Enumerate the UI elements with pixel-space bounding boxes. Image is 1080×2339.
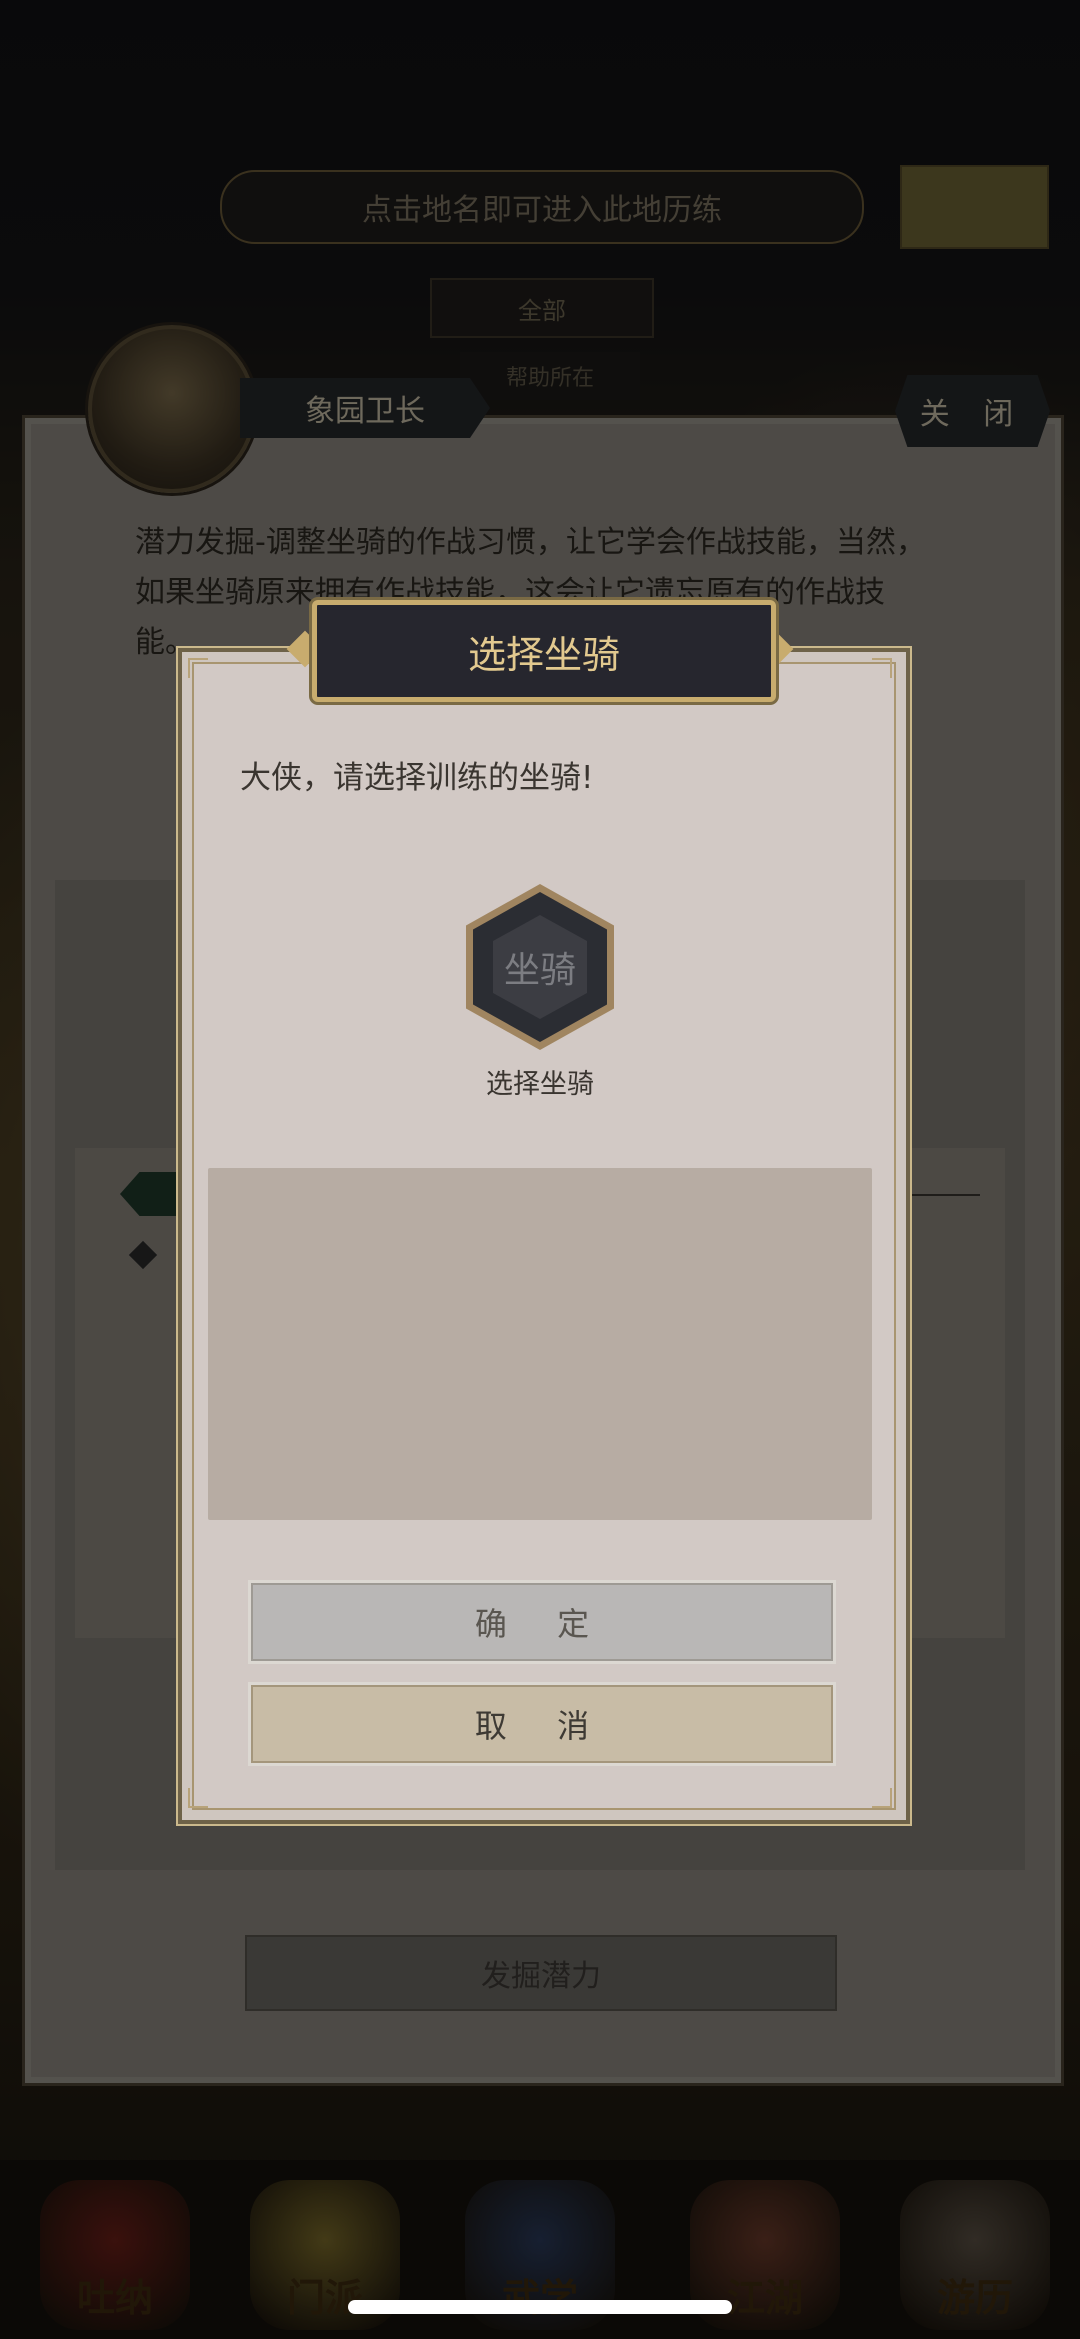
mount-slot-label: 选择坐骑 [486, 1069, 594, 1100]
corner-ornament [188, 658, 208, 678]
confirm-button[interactable]: 确 定 [248, 1580, 836, 1664]
home-indicator[interactable] [348, 2300, 732, 2314]
corner-ornament [188, 1788, 208, 1808]
cancel-button[interactable]: 取 消 [248, 1682, 836, 1766]
mount-slot-placeholder: 坐骑 [503, 950, 576, 991]
corner-ornament [872, 658, 892, 678]
dialog-title: 选择坐骑 [312, 600, 776, 702]
corner-ornament [872, 1788, 892, 1808]
mount-info-area [208, 1168, 872, 1520]
dialog-prompt: 大侠，请选择训练的坐骑! [240, 760, 594, 796]
mount-slot[interactable]: 坐骑 [466, 884, 614, 1050]
